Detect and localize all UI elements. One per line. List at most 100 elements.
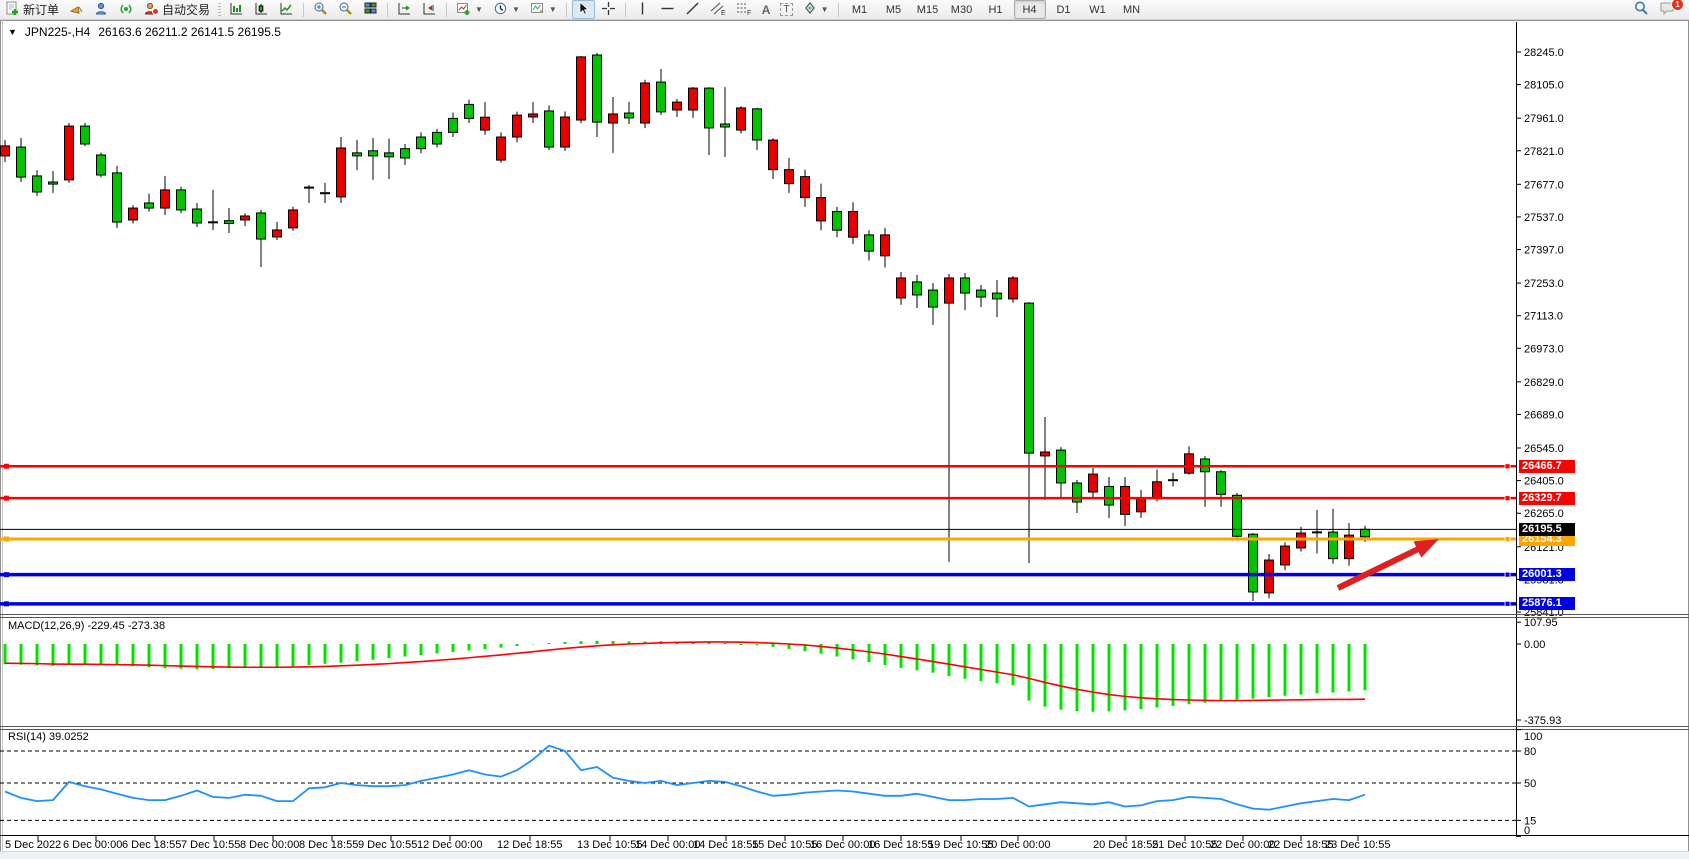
timeframe-button-m15[interactable]: M15 <box>912 0 944 19</box>
time-axis-label[interactable]: 22 Dec 18:55 <box>1268 839 1333 851</box>
time-axis-label[interactable]: 16 Dec 18:55 <box>868 839 933 851</box>
time-axis-label[interactable]: 19 Dec 10:55 <box>928 839 993 851</box>
timeframe-button-m30[interactable]: M30 <box>946 0 978 19</box>
price-tick-label: 27677.0 <box>1524 179 1564 191</box>
cursor-tool-button[interactable] <box>572 0 595 19</box>
line-handle[interactable] <box>4 537 9 542</box>
line-handle[interactable] <box>1505 572 1510 577</box>
time-axis-label[interactable]: 6 Dec 00:00 <box>63 839 122 851</box>
signals-button[interactable] <box>115 0 138 19</box>
auto-scroll-button[interactable] <box>418 0 441 19</box>
timeframe-button-m1[interactable]: M1 <box>844 0 876 19</box>
search-button[interactable] <box>1629 0 1653 19</box>
line-handle[interactable] <box>4 572 9 577</box>
price-tick-label: 27821.0 <box>1524 146 1564 158</box>
time-axis-label[interactable]: 21 Dec 10:55 <box>1152 839 1217 851</box>
time-axis-label[interactable]: 16 Dec 00:00 <box>810 839 875 851</box>
zoom-out-icon <box>338 1 353 19</box>
new-order-button[interactable]: 新订单 <box>1 0 63 19</box>
timeframe-button-h4[interactable]: H4 <box>1014 0 1046 19</box>
timeframe-button-w1[interactable]: W1 <box>1082 0 1114 19</box>
time-axis-label[interactable]: 23 Dec 10:55 <box>1325 839 1390 851</box>
time-axis-label[interactable]: 22 Dec 00:00 <box>1210 839 1275 851</box>
line-handle[interactable] <box>1505 496 1510 501</box>
price-tick-label: 26405.0 <box>1524 476 1564 488</box>
time-axis-label[interactable]: 20 Dec 00:00 <box>985 839 1050 851</box>
time-axis-label[interactable]: 15 Dec 10:55 <box>752 839 817 851</box>
candlestick-chart-button[interactable] <box>250 0 273 19</box>
arrows-tool-button[interactable]: ▼ <box>799 0 833 19</box>
time-axis-label[interactable]: 20 Dec 18:55 <box>1093 839 1158 851</box>
time-axis-label[interactable]: 13 Dec 10:55 <box>577 839 642 851</box>
crosshair-tool-button[interactable] <box>597 0 620 19</box>
time-axis-label[interactable]: 8 Dec 00:00 <box>240 839 299 851</box>
candlestick-chart-icon <box>254 1 269 19</box>
line-handle[interactable] <box>1505 464 1510 469</box>
add-indicator-button[interactable]: ▼ <box>452 0 487 19</box>
line-handle[interactable] <box>1505 601 1510 606</box>
vertical-line-tool-button[interactable] <box>631 0 654 19</box>
rsi-tick-label: 0 <box>1524 825 1530 837</box>
time-axis-label[interactable]: 8 Dec 18:55 <box>299 839 358 851</box>
line-handle[interactable] <box>4 464 9 469</box>
autotrading-icon <box>144 1 159 19</box>
price-tag: 26001.3 <box>1519 568 1575 581</box>
market-watch-button[interactable] <box>90 0 113 19</box>
bar-chart-button[interactable] <box>225 0 248 19</box>
macd-tick-label: 107.95 <box>1524 617 1558 629</box>
price-tick-label: 26973.0 <box>1524 343 1564 355</box>
price-tag: 26466.7 <box>1519 460 1575 473</box>
time-axis-label[interactable]: 14 Dec 00:00 <box>635 839 700 851</box>
auto-scroll-icon <box>422 1 437 19</box>
equidistant-channel-tool-button[interactable]: E <box>706 0 730 19</box>
timeframe-button-d1[interactable]: D1 <box>1048 0 1080 19</box>
price-tick-label: 27537.0 <box>1524 212 1564 224</box>
line-chart-button[interactable] <box>275 0 298 19</box>
price-tag: 26329.7 <box>1519 492 1575 505</box>
fibonacci-icon: F <box>736 1 752 19</box>
collapse-icon[interactable]: ▼ <box>8 27 17 37</box>
community-button[interactable]: 1 <box>1655 0 1680 19</box>
trendline-tool-button[interactable] <box>681 0 704 19</box>
equidistant-channel-icon: E <box>710 1 726 19</box>
price-tick-label: 27961.0 <box>1524 113 1564 125</box>
horizontal-line-tool-button[interactable] <box>656 0 679 19</box>
dropdown-caret-icon: ▼ <box>512 5 520 14</box>
zoom-in-button[interactable] <box>309 0 332 19</box>
autotrading-button[interactable]: 自动交易 <box>140 0 214 19</box>
time-axis-label[interactable]: 6 Dec 18:55 <box>122 839 181 851</box>
toolbar-grip[interactable] <box>218 3 221 16</box>
time-axis-label[interactable]: 7 Dec 10:55 <box>181 839 240 851</box>
svg-text:F: F <box>747 10 751 16</box>
periods-button[interactable]: ▼ <box>489 0 524 19</box>
macd-indicator-label: MACD(12,26,9) -229.45 -273.38 <box>8 620 165 632</box>
time-axis-label[interactable]: 9 Dec 10:55 <box>358 839 417 851</box>
macd-tick-label: -375.93 <box>1524 715 1561 727</box>
line-chart-icon <box>279 1 294 19</box>
timeframe-button-m5[interactable]: M5 <box>878 0 910 19</box>
time-axis-label[interactable]: 5 Dec 2022 <box>5 839 61 851</box>
svg-text:E: E <box>721 10 726 16</box>
text-label-tool-button[interactable]: T <box>776 0 796 19</box>
macd-tick-label: 0.00 <box>1524 639 1545 651</box>
text-tool-button[interactable]: A <box>758 0 775 19</box>
chart-plot[interactable]: 28245.028105.027961.027821.027677.027537… <box>0 0 1689 858</box>
clock-icon <box>493 1 508 19</box>
line-handle[interactable] <box>4 601 9 606</box>
zoom-out-button[interactable] <box>334 0 357 19</box>
fibonacci-tool-button[interactable]: F <box>732 0 756 19</box>
timeframe-button-h1[interactable]: H1 <box>980 0 1012 19</box>
time-axis-label[interactable]: 14 Dec 18:55 <box>693 839 758 851</box>
chart-shift-button[interactable] <box>393 0 416 19</box>
signal-icon <box>119 1 134 19</box>
vertical-line-icon <box>635 1 650 19</box>
time-axis-label[interactable]: 12 Dec 00:00 <box>417 839 482 851</box>
time-axis-label[interactable]: 12 Dec 18:55 <box>497 839 562 851</box>
line-handle[interactable] <box>4 496 9 501</box>
templates-button[interactable]: ▼ <box>526 0 561 19</box>
tile-windows-button[interactable] <box>359 0 382 19</box>
person-icon <box>94 1 109 19</box>
line-handle[interactable] <box>1505 537 1510 542</box>
alerts-button[interactable] <box>65 0 88 19</box>
timeframe-button-mn[interactable]: MN <box>1116 0 1148 19</box>
